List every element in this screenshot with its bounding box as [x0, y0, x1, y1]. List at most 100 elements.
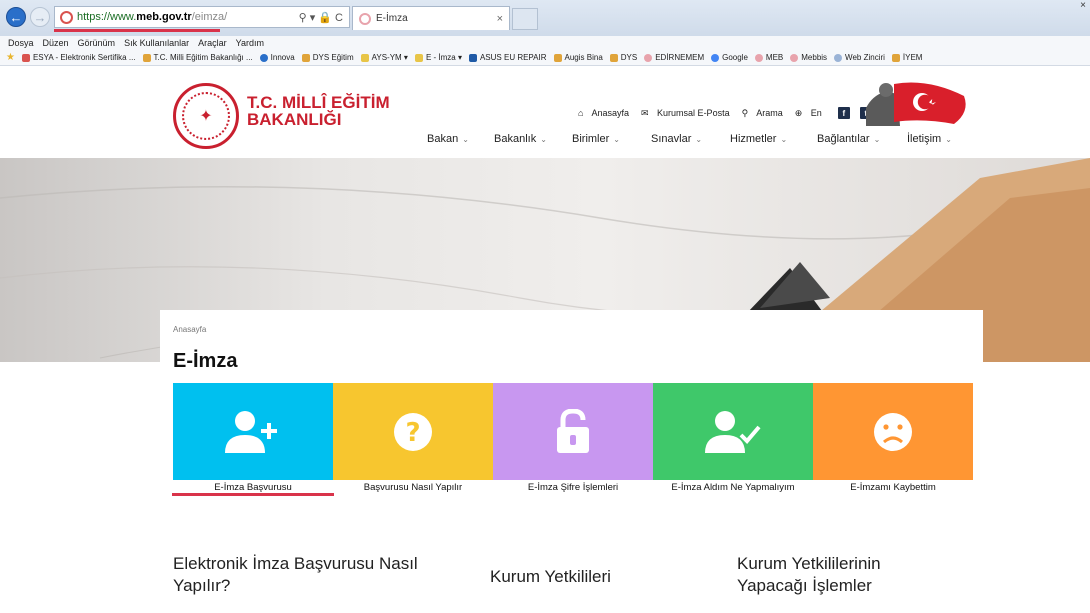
email-link[interactable]: ✉ Kurumsal E-Posta	[641, 108, 736, 119]
favorite-item[interactable]: Google	[711, 53, 748, 62]
chevron-down-icon: ⌄	[695, 134, 703, 144]
tile-label-aldim-ne-yapmaliyim[interactable]: E-İmza Aldım Ne Yapmalıyım	[653, 482, 813, 493]
address-highlight	[54, 29, 220, 32]
ataturk-flag-banner	[866, 82, 966, 126]
menu-item-favorites[interactable]: Sık Kullanılanlar	[124, 38, 189, 48]
mail-icon: ✉	[640, 107, 649, 118]
favorite-item[interactable]: T.C. Milli Eğitim Bakanlığı ...	[142, 53, 253, 62]
favorite-icon	[754, 53, 763, 62]
new-tab-button[interactable]	[512, 8, 538, 30]
tile-sifre-islemleri[interactable]	[493, 383, 653, 480]
menu-item-yardim[interactable]: Yardım	[236, 38, 264, 48]
menu-item-gorunum[interactable]: Görünüm	[78, 38, 116, 48]
tab-title: E-İmza	[376, 13, 408, 24]
nav-item-iletisim[interactable]: İletişim ⌄	[907, 133, 952, 145]
section-heading-yetkili-islemleri: Kurum Yetkililerinin Yapacağı İşlemler	[737, 554, 881, 595]
tile-label-kaybettim[interactable]: E-İmzamı Kaybettim	[813, 482, 973, 493]
favorite-icon	[259, 53, 268, 62]
service-tiles: ?	[173, 383, 973, 480]
back-icon[interactable]: ←	[6, 7, 26, 27]
favorite-item[interactable]: Innova	[259, 53, 295, 62]
address-tools-icon[interactable]: ⚲ ▾ 🔒 C	[299, 11, 349, 24]
unlock-icon	[557, 408, 589, 453]
favorite-item[interactable]: ASUS EU REPAIR	[468, 53, 547, 62]
language-link[interactable]: ⊕ En	[795, 108, 828, 119]
tile-labels: E-İmza Başvurusu Başvurusu Nasıl Yapılır…	[173, 482, 973, 493]
favorites-star-icon[interactable]: ★	[6, 52, 15, 63]
tab-eimza[interactable]: E-İmza ×	[352, 6, 510, 30]
search-icon: ⚲	[741, 107, 749, 118]
section-heading-kurum-yetkilileri: Kurum Yetkilileri	[490, 567, 611, 586]
favorite-icon	[553, 53, 562, 62]
favorite-icon	[468, 53, 477, 62]
tile-aldim-ne-yapmaliyim[interactable]	[653, 383, 813, 480]
svg-text:?: ?	[405, 418, 420, 448]
logo-line-1: T.C. MİLLÎ EĞİTİM	[247, 93, 390, 112]
nav-item-bakan[interactable]: Bakan ⌄	[427, 133, 469, 145]
breadcrumb[interactable]: Anasayfa	[173, 325, 206, 334]
favorite-item[interactable]: Mebbis	[790, 53, 827, 62]
menu-bar: Dosya Düzen Görünüm Sık Kullanılanlar Ar…	[0, 36, 1090, 50]
site-logo[interactable]: T.C. MİLLÎ EĞİTİM BAKANLIĞI	[247, 94, 390, 128]
folder-icon	[360, 53, 369, 62]
menu-item-duzen[interactable]: Düzen	[43, 38, 69, 48]
meb-seal-logo[interactable]: ✦	[173, 83, 239, 149]
favorites-bar: ★ ESYA - Elektronik Sertifika ... T.C. M…	[0, 50, 1090, 66]
tile-kaybettim[interactable]	[813, 383, 973, 480]
globe-icon: ⊕	[794, 107, 803, 118]
tile-label-eimza-basvurusu[interactable]: E-İmza Başvurusu	[173, 482, 333, 493]
favorite-icon	[609, 53, 618, 62]
favorite-item[interactable]: MEB	[754, 53, 783, 62]
book-icon: ✦	[182, 92, 230, 140]
section-heading-basvuru-nasil: Elektronik İmza Başvurusu Nasıl Yapılır?	[173, 554, 418, 595]
chevron-down-icon: ⌄	[613, 134, 620, 144]
address-bar[interactable]: https://www.meb.gov.tr/eimza/ ⚲ ▾ 🔒 C	[54, 6, 350, 28]
tab-favicon-icon	[359, 12, 371, 25]
favorite-item[interactable]: EDİRNEMEM	[644, 53, 704, 62]
menu-item-araclar[interactable]: Araçlar	[198, 38, 227, 48]
window-close-icon[interactable]: ×	[1080, 0, 1086, 11]
google-icon	[711, 53, 720, 62]
nav-item-hizmetler[interactable]: Hizmetler ⌄	[730, 133, 787, 145]
favorite-icon	[301, 53, 310, 62]
menu-item-dosya[interactable]: Dosya	[8, 38, 34, 48]
tile-label-sifre-islemleri[interactable]: E-İmza Şifre İşlemleri	[493, 482, 653, 493]
favorite-icon	[142, 53, 151, 62]
nav-item-bakanlik[interactable]: Bakanlık ⌄	[494, 133, 547, 145]
favorite-icon	[834, 53, 843, 62]
nav-item-birimler[interactable]: Birimler ⌄	[572, 133, 620, 145]
utility-links: ⌂ Anasayfa ✉ Kurumsal E-Posta ⚲ Arama ⊕ …	[578, 107, 900, 119]
folder-icon	[414, 53, 423, 62]
favorite-item[interactable]: ESYA - Elektronik Sertifika ...	[21, 53, 136, 62]
favorite-item[interactable]: E - İmza ▾	[414, 53, 462, 62]
browser-toolbar: ← → https://www.meb.gov.tr/eimza/ ⚲ ▾ 🔒 …	[0, 0, 1090, 36]
tile-eimza-basvurusu[interactable]	[173, 383, 333, 480]
logo-line-2: BAKANLIĞI	[247, 110, 342, 129]
favorite-icon	[644, 53, 653, 62]
favorite-item[interactable]: DYS	[609, 53, 637, 62]
favorite-item[interactable]: AYS-YM ▾	[360, 53, 408, 62]
site-favicon-icon	[60, 10, 73, 24]
home-icon: ⌂	[578, 108, 584, 118]
home-link[interactable]: ⌂ Anasayfa	[578, 108, 635, 118]
forward-icon[interactable]: →	[30, 7, 50, 27]
favorite-item[interactable]: DYS Eğitim	[301, 53, 354, 62]
active-tab-indicator	[172, 493, 334, 496]
user-check-icon	[705, 410, 761, 453]
address-url[interactable]: https://www.meb.gov.tr/eimza/	[77, 11, 299, 23]
search-link[interactable]: ⚲ Arama	[742, 108, 789, 119]
nav-item-baglantilar[interactable]: Bağlantılar ⌄	[817, 133, 880, 145]
tab-close-icon[interactable]: ×	[497, 13, 509, 25]
chevron-down-icon: ⌄	[873, 134, 881, 144]
tile-basvuru-nasil[interactable]: ?	[333, 383, 493, 480]
favorite-icon	[21, 53, 30, 62]
favorite-item[interactable]: Augis Bina	[553, 53, 603, 62]
nav-item-sinavlar[interactable]: Sınavlar ⌄	[651, 133, 702, 145]
user-add-icon	[225, 410, 277, 453]
favorite-item[interactable]: İYEM	[891, 53, 922, 62]
favorite-item[interactable]: Web Zinciri	[834, 53, 885, 62]
facebook-icon[interactable]: f	[837, 107, 850, 119]
tile-label-basvuru-nasil[interactable]: Başvurusu Nasıl Yapılır	[333, 482, 493, 493]
chevron-down-icon: ⌄	[780, 134, 788, 144]
favorite-icon	[891, 53, 900, 62]
